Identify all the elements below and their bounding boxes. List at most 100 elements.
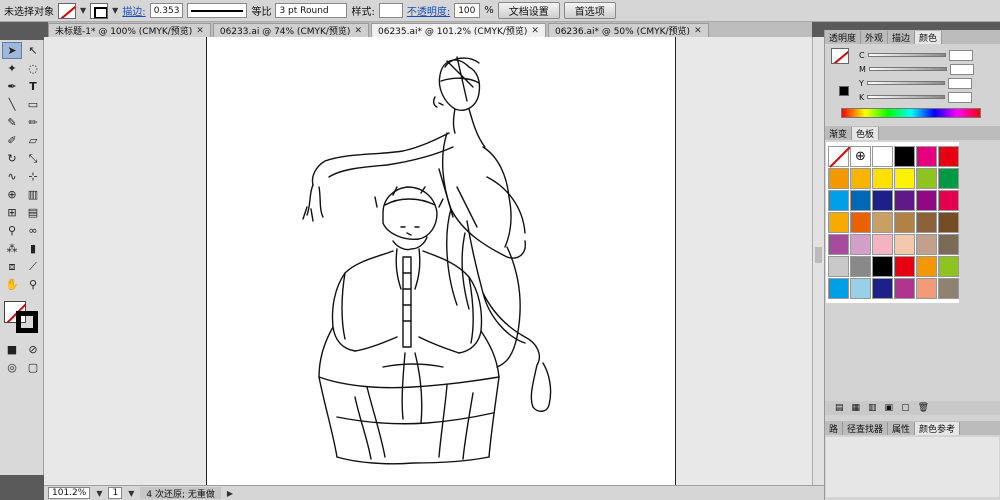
channel-value[interactable] (947, 77, 972, 89)
color-swatch[interactable] (938, 168, 959, 189)
mesh-tool-icon[interactable]: ⊞ (2, 204, 22, 221)
free-transform-icon[interactable]: ⊹ (23, 168, 43, 185)
slice-tool-icon[interactable]: ⟋ (23, 258, 43, 275)
pen-tool-icon[interactable]: ✒ (2, 78, 22, 95)
yellow-slider-row[interactable]: Y (825, 76, 1000, 90)
pencil-icon[interactable]: ✏ (23, 114, 43, 131)
tab-stroke[interactable]: 描边 (888, 31, 916, 44)
color-swatch[interactable] (938, 146, 959, 167)
show-kinds-icon[interactable]: ▦ (852, 403, 861, 413)
rectangle-tool-icon[interactable]: ▭ (23, 96, 43, 113)
tab-attributes[interactable]: 属性 (888, 422, 916, 435)
color-swatch[interactable] (894, 146, 915, 167)
line-tool-icon[interactable]: ╲ (2, 96, 22, 113)
magic-wand-icon[interactable]: ✦ (2, 60, 22, 77)
rotate-tool-icon[interactable]: ↻ (2, 150, 22, 167)
color-swatch[interactable] (938, 212, 959, 233)
opacity-input[interactable]: 100 (454, 3, 481, 18)
slider-track[interactable] (867, 95, 946, 99)
color-swatch[interactable] (850, 234, 871, 255)
color-swatch[interactable] (894, 190, 915, 211)
chevron-down-icon[interactable]: ▼ (112, 6, 118, 15)
opacity-link[interactable]: 不透明度: (407, 3, 450, 18)
document-tab[interactable]: 未标题-1* @ 100% (CMYK/预览) ✕ (48, 23, 211, 37)
color-swatch[interactable] (850, 168, 871, 189)
zoom-level-select[interactable]: 101.2% (48, 487, 91, 499)
fill-swatch[interactable] (58, 2, 76, 19)
color-swatch[interactable] (938, 234, 959, 255)
color-swatch[interactable] (872, 278, 893, 299)
registration-swatch[interactable]: ⊕ (850, 146, 871, 167)
color-swatch[interactable] (872, 256, 893, 277)
gradient-tool-icon[interactable]: ▤ (23, 204, 43, 221)
tab-transparency[interactable]: 透明度 (825, 31, 862, 44)
color-swatch[interactable] (894, 234, 915, 255)
swatch-library-icon[interactable]: ▤ (835, 403, 844, 413)
artboard-tool-icon[interactable]: ⧈ (2, 258, 22, 275)
tab-gradient[interactable]: 渐变 (825, 127, 853, 140)
direct-selection-tool-icon[interactable]: ↖ (23, 42, 43, 59)
chevron-right-icon[interactable]: ▶ (227, 489, 233, 498)
tab-path[interactable]: 路 (825, 422, 844, 435)
warp-tool-icon[interactable]: ∿ (2, 168, 22, 185)
channel-value[interactable] (948, 91, 973, 103)
blend-tool-icon[interactable]: ∞ (23, 222, 43, 239)
document-tab-active[interactable]: 06235.ai* @ 101.2% (CMYK/预览) ✕ (371, 23, 546, 37)
color-swatch[interactable] (850, 278, 871, 299)
color-swatch[interactable] (916, 278, 937, 299)
color-swatch[interactable] (938, 256, 959, 277)
close-icon[interactable]: ✕ (694, 26, 702, 36)
new-swatch-icon[interactable]: ▢ (901, 403, 910, 413)
color-swatch[interactable] (872, 234, 893, 255)
close-icon[interactable]: ✕ (196, 26, 204, 36)
hand-tool-icon[interactable]: ✋ (2, 276, 22, 293)
color-swatch[interactable] (872, 212, 893, 233)
document-tab[interactable]: 06236.ai* @ 50% (CMYK/预览) ✕ (547, 23, 709, 37)
type-tool-icon[interactable]: T (23, 78, 43, 95)
eyedropper-icon[interactable]: ⚲ (2, 222, 22, 239)
paintbrush-icon[interactable]: ✎ (2, 114, 22, 131)
tab-appearance[interactable]: 外观 (861, 31, 889, 44)
document-tab[interactable]: 06233.ai @ 74% (CMYK/预览) ✕ (212, 23, 369, 37)
color-swatch[interactable] (916, 256, 937, 277)
color-spectrum[interactable] (841, 108, 981, 118)
artboard-number-select[interactable]: 1 (108, 487, 123, 499)
vertical-scrollbar[interactable] (812, 37, 824, 485)
tab-pathfinder[interactable]: 径查找器 (843, 422, 889, 435)
color-swatch[interactable] (828, 190, 849, 211)
color-swatch[interactable] (872, 190, 893, 211)
tab-color-guide[interactable]: 颜色参考 (915, 422, 961, 435)
panel-fill-swatch[interactable] (831, 48, 849, 64)
color-swatch[interactable] (828, 168, 849, 189)
document-setup-button[interactable]: 文档设置 (497, 2, 560, 19)
eraser-icon[interactable]: ▱ (23, 132, 43, 149)
color-swatch[interactable] (916, 146, 937, 167)
tab-color[interactable]: 颜色 (915, 31, 943, 44)
chevron-down-icon[interactable]: ▼ (96, 489, 102, 498)
color-swatch[interactable] (894, 278, 915, 299)
color-swatch[interactable] (828, 234, 849, 255)
graphic-style-select[interactable] (378, 3, 403, 18)
preferences-button[interactable]: 首选项 (563, 2, 616, 19)
channel-value[interactable] (948, 49, 973, 61)
stroke-black-swatch[interactable] (16, 311, 38, 333)
symbol-sprayer-icon[interactable]: ⁂ (2, 240, 22, 257)
delete-swatch-icon[interactable]: 🗑 (918, 403, 929, 413)
perspective-grid-icon[interactable]: ▥ (23, 186, 43, 203)
lasso-icon[interactable]: ◌ (23, 60, 43, 77)
zoom-tool-icon[interactable]: ⚲ (23, 276, 43, 293)
slider-track[interactable] (868, 67, 947, 71)
slider-track[interactable] (867, 53, 946, 57)
color-swatch[interactable] (916, 234, 937, 255)
color-swatch[interactable] (894, 212, 915, 233)
cyan-slider-row[interactable]: C (825, 48, 1000, 62)
black-slider-row[interactable]: K (825, 90, 1000, 104)
color-swatch[interactable] (828, 278, 849, 299)
screen-mode-icon[interactable]: ▢ (23, 359, 43, 376)
color-swatch[interactable] (828, 212, 849, 233)
none-mode-icon[interactable]: ⊘ (23, 341, 43, 358)
color-mode-icon[interactable]: ■ (2, 341, 22, 358)
canvas-area[interactable] (44, 37, 812, 485)
color-swatch[interactable] (850, 256, 871, 277)
brush-definition-select[interactable]: 3 pt Round (275, 3, 348, 18)
